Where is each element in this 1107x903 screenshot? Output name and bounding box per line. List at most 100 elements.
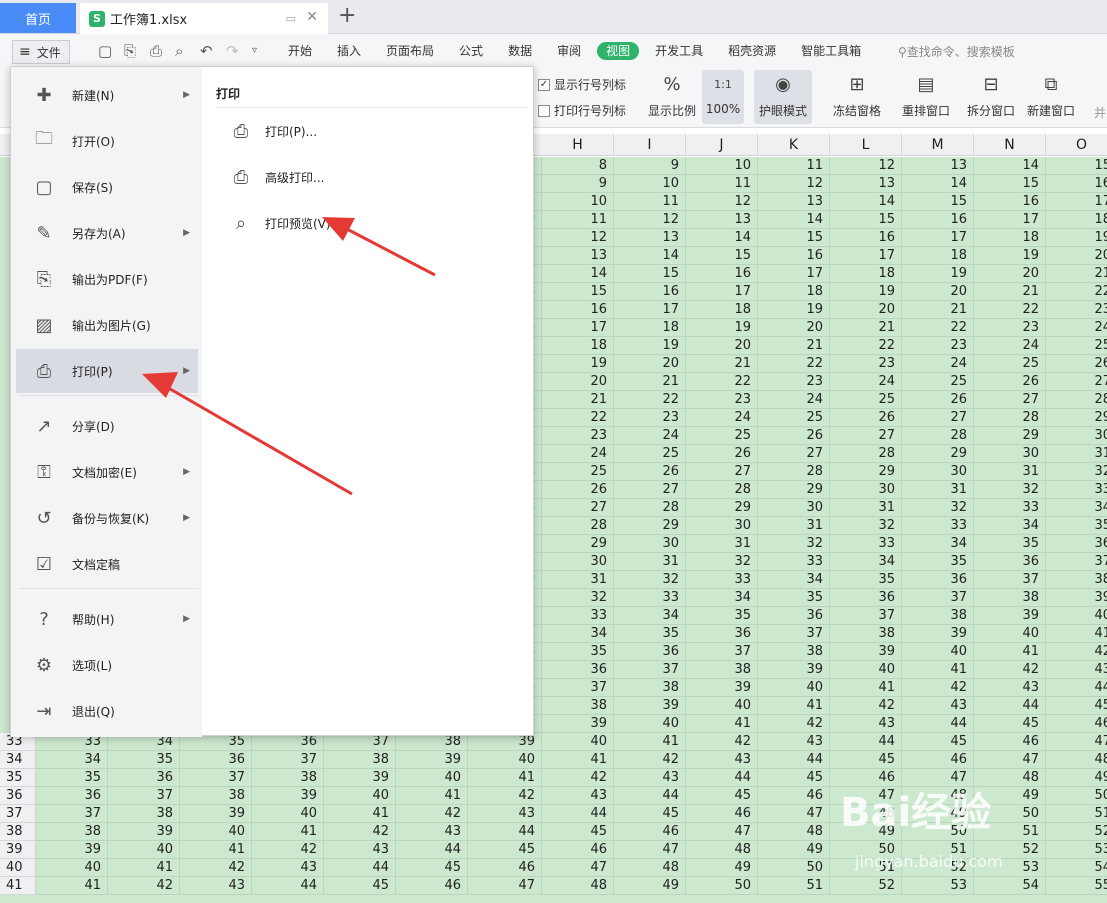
ribbon-tab[interactable]: 数据 <box>508 42 532 60</box>
table-cell[interactable]: 42 <box>108 877 180 895</box>
table-cell[interactable]: 34 <box>614 607 686 625</box>
table-cell[interactable]: 45 <box>542 823 614 841</box>
new-window-button[interactable]: ⧉ 新建窗口 <box>1024 70 1078 124</box>
table-cell[interactable]: 44 <box>542 805 614 823</box>
table-cell[interactable]: 32 <box>614 571 686 589</box>
table-cell[interactable]: 36 <box>830 589 902 607</box>
table-cell[interactable]: 50 <box>1046 787 1107 805</box>
table-cell[interactable]: 33 <box>974 499 1046 517</box>
table-cell[interactable]: 44 <box>830 733 902 751</box>
table-cell[interactable]: 31 <box>902 481 974 499</box>
show-headers-checkbox[interactable]: ✓ 显示行号列标 <box>538 76 626 93</box>
table-cell[interactable]: 17 <box>830 247 902 265</box>
table-cell[interactable]: 28 <box>830 445 902 463</box>
table-cell[interactable]: 39 <box>614 697 686 715</box>
table-cell[interactable]: 44 <box>902 715 974 733</box>
table-cell[interactable]: 37 <box>36 805 108 823</box>
table-cell[interactable]: 23 <box>686 391 758 409</box>
table-cell[interactable]: 22 <box>1046 283 1107 301</box>
table-cell[interactable]: 35 <box>36 769 108 787</box>
table-cell[interactable]: 36 <box>758 607 830 625</box>
table-cell[interactable]: 48 <box>686 841 758 859</box>
table-cell[interactable]: 42 <box>396 805 468 823</box>
table-cell[interactable]: 38 <box>108 805 180 823</box>
table-cell[interactable]: 38 <box>324 751 396 769</box>
table-cell[interactable]: 39 <box>324 769 396 787</box>
table-cell[interactable]: 25 <box>1046 337 1107 355</box>
table-cell[interactable]: 26 <box>974 373 1046 391</box>
table-cell[interactable]: 46 <box>902 751 974 769</box>
column-header[interactable]: K <box>758 134 830 156</box>
table-cell[interactable]: 13 <box>830 175 902 193</box>
table-cell[interactable]: 43 <box>542 787 614 805</box>
table-cell[interactable]: 54 <box>974 877 1046 895</box>
table-cell[interactable]: 36 <box>974 553 1046 571</box>
zoom-ratio-button[interactable]: % 显示比例 <box>646 70 698 124</box>
table-cell[interactable]: 46 <box>758 787 830 805</box>
table-cell[interactable]: 18 <box>542 337 614 355</box>
table-cell[interactable]: 24 <box>974 337 1046 355</box>
table-cell[interactable]: 11 <box>542 211 614 229</box>
table-cell[interactable]: 33 <box>1046 481 1107 499</box>
table-cell[interactable]: 14 <box>974 157 1046 175</box>
table-cell[interactable]: 52 <box>830 877 902 895</box>
table-cell[interactable]: 36 <box>1046 535 1107 553</box>
table-cell[interactable]: 25 <box>614 445 686 463</box>
table-cell[interactable]: 41 <box>902 661 974 679</box>
table-cell[interactable]: 49 <box>758 841 830 859</box>
zoom-100-button[interactable]: 1:1 100% <box>702 70 744 124</box>
table-cell[interactable]: 42 <box>902 679 974 697</box>
table-cell[interactable]: 22 <box>902 319 974 337</box>
table-cell[interactable]: 12 <box>758 175 830 193</box>
table-cell[interactable]: 35 <box>686 607 758 625</box>
table-cell[interactable]: 16 <box>902 211 974 229</box>
table-cell[interactable]: 42 <box>686 733 758 751</box>
table-cell[interactable]: 11 <box>686 175 758 193</box>
table-cell[interactable]: 27 <box>974 391 1046 409</box>
table-cell[interactable]: 14 <box>614 247 686 265</box>
table-cell[interactable]: 12 <box>614 211 686 229</box>
table-cell[interactable]: 31 <box>542 571 614 589</box>
print-submenu-item[interactable]: ⎙ 打印(P)... <box>229 119 317 143</box>
command-search[interactable]: ⚲查找命令、搜索模板 <box>898 43 1015 60</box>
table-cell[interactable]: 21 <box>830 319 902 337</box>
table-cell[interactable]: 45 <box>468 841 542 859</box>
table-cell[interactable]: 47 <box>468 877 542 895</box>
table-cell[interactable]: 25 <box>758 409 830 427</box>
table-cell[interactable]: 46 <box>974 733 1046 751</box>
table-cell[interactable]: 40 <box>614 715 686 733</box>
table-cell[interactable]: 25 <box>686 427 758 445</box>
table-cell[interactable]: 44 <box>1046 679 1107 697</box>
file-menu-item[interactable]: ⎘ 输出为PDF(F) <box>16 257 198 301</box>
print-submenu-item[interactable]: ⌕ 打印预览(V) <box>229 211 331 235</box>
table-cell[interactable]: 40 <box>974 625 1046 643</box>
table-cell[interactable]: 15 <box>758 229 830 247</box>
table-cell[interactable]: 40 <box>252 805 324 823</box>
table-cell[interactable]: 45 <box>324 877 396 895</box>
table-cell[interactable]: 49 <box>614 877 686 895</box>
table-cell[interactable]: 27 <box>830 427 902 445</box>
table-cell[interactable]: 35 <box>758 589 830 607</box>
table-cell[interactable]: 17 <box>758 265 830 283</box>
freeze-panes-button[interactable]: ⊞ 冻结窗格 <box>826 70 888 124</box>
table-cell[interactable]: 34 <box>36 751 108 769</box>
table-cell[interactable]: 22 <box>542 409 614 427</box>
table-cell[interactable]: 26 <box>1046 355 1107 373</box>
row-header[interactable]: 39 <box>0 841 36 859</box>
ribbon-tab[interactable]: 页面布局 <box>386 42 434 60</box>
ribbon-tab[interactable]: 审阅 <box>557 42 581 60</box>
table-cell[interactable]: 32 <box>542 589 614 607</box>
table-cell[interactable]: 51 <box>1046 805 1107 823</box>
table-cell[interactable]: 18 <box>686 301 758 319</box>
table-cell[interactable]: 15 <box>830 211 902 229</box>
table-cell[interactable]: 38 <box>180 787 252 805</box>
table-cell[interactable]: 30 <box>974 445 1046 463</box>
table-cell[interactable]: 42 <box>614 751 686 769</box>
table-cell[interactable]: 21 <box>902 301 974 319</box>
table-cell[interactable]: 36 <box>614 643 686 661</box>
table-cell[interactable]: 45 <box>1046 697 1107 715</box>
row-header[interactable]: 38 <box>0 823 36 841</box>
table-cell[interactable]: 36 <box>542 661 614 679</box>
table-cell[interactable]: 41 <box>324 805 396 823</box>
table-cell[interactable]: 29 <box>974 427 1046 445</box>
